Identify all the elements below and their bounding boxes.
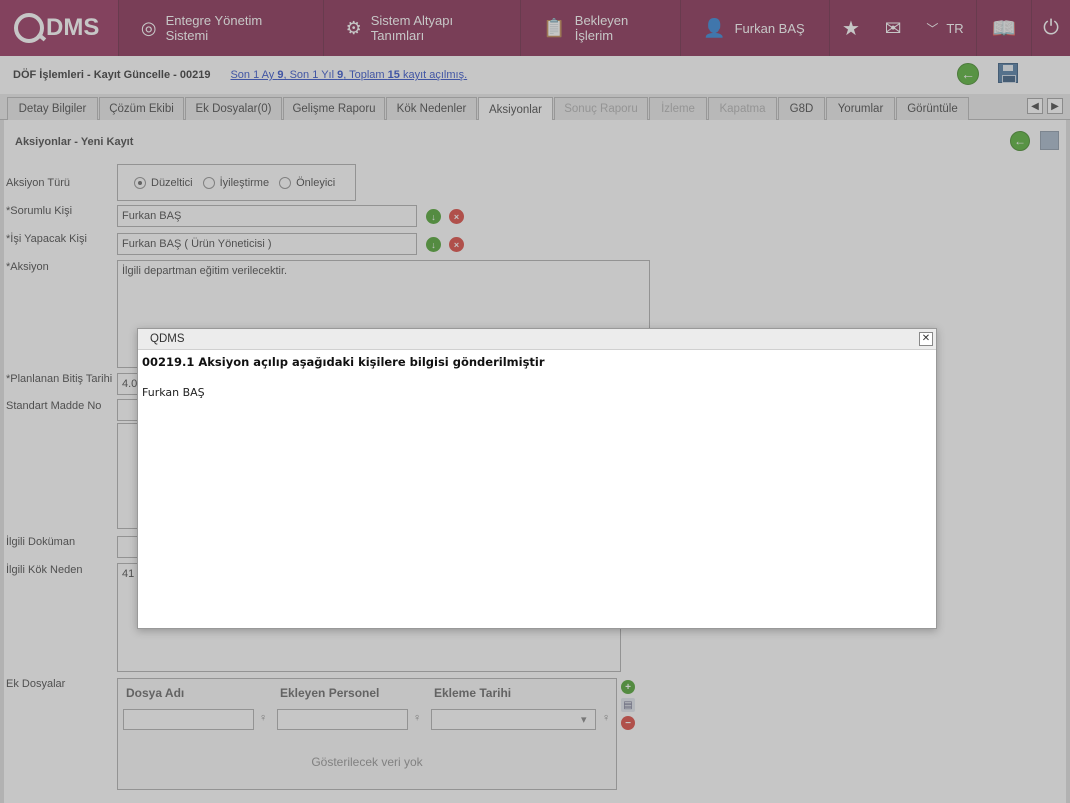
info-dialog: QDMS ✕ 00219.1 Aksiyon açılıp aşağıdaki … [137, 328, 937, 629]
dialog-recipient: Furkan BAŞ [142, 386, 205, 399]
dialog-message: 00219.1 Aksiyon açılıp aşağıdaki kişiler… [142, 355, 545, 369]
dialog-header: QDMS [138, 329, 936, 350]
dialog-title: QDMS [150, 333, 185, 345]
close-icon[interactable]: ✕ [919, 332, 933, 346]
